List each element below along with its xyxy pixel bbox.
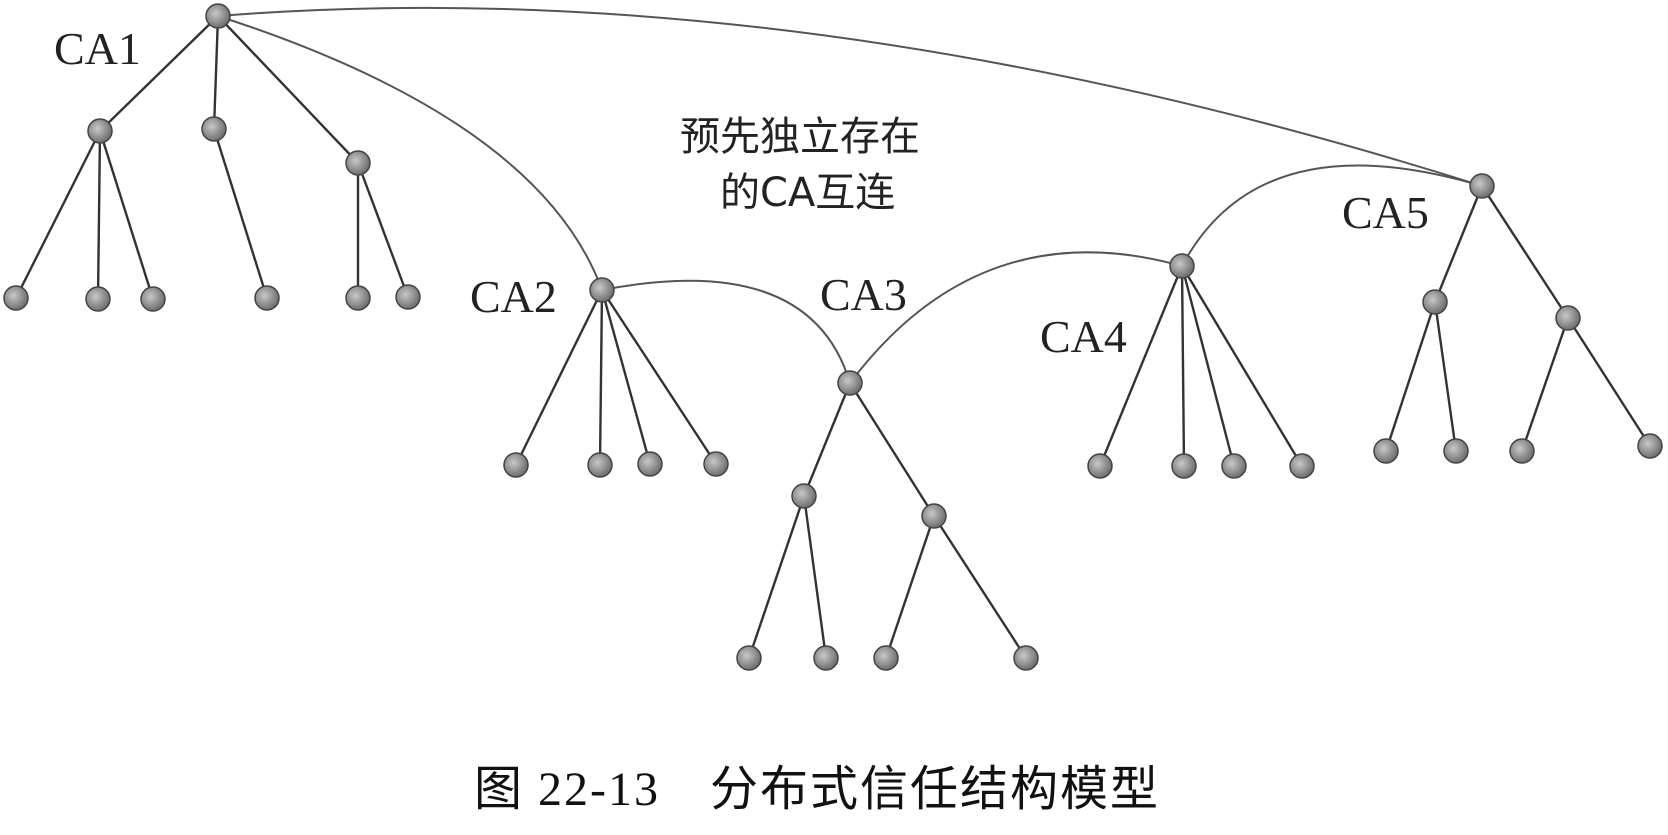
node bbox=[813, 645, 839, 671]
annotation-line2: 的CA互连 bbox=[720, 170, 895, 216]
label-ca1: CA1 bbox=[54, 23, 141, 74]
node bbox=[85, 286, 111, 312]
node bbox=[1221, 453, 1247, 479]
node bbox=[1637, 433, 1663, 459]
link-ca4-ca5 bbox=[1181, 164, 1483, 267]
node bbox=[1555, 305, 1581, 331]
label-ca3: CA3 bbox=[820, 269, 907, 320]
node bbox=[503, 452, 529, 478]
label-ca5: CA5 bbox=[1342, 187, 1429, 238]
node-ca5-root bbox=[1469, 173, 1495, 199]
node bbox=[345, 150, 371, 176]
node bbox=[637, 451, 663, 477]
link-ca1-ca2 bbox=[217, 15, 603, 291]
node bbox=[254, 285, 280, 311]
node bbox=[1422, 289, 1448, 315]
node bbox=[1171, 453, 1197, 479]
node bbox=[1289, 453, 1315, 479]
label-ca2: CA2 bbox=[470, 271, 557, 322]
node-ca4-root bbox=[1169, 253, 1195, 279]
distributed-trust-diagram: CA1 CA2 CA3 CA4 CA5 预先独立存在 的CA互连 图 22-13… bbox=[3, 3, 1663, 816]
node bbox=[345, 285, 371, 311]
node bbox=[791, 483, 817, 509]
node bbox=[1087, 453, 1113, 479]
node bbox=[140, 286, 166, 312]
label-ca4: CA4 bbox=[1040, 311, 1127, 362]
node bbox=[395, 284, 421, 310]
node bbox=[1373, 438, 1399, 464]
node bbox=[3, 285, 29, 311]
node-ca1-root bbox=[205, 3, 231, 29]
annotation-line1: 预先独立存在 bbox=[680, 114, 920, 160]
node bbox=[703, 451, 729, 477]
tree-edges bbox=[14, 15, 1652, 659]
node bbox=[1443, 438, 1469, 464]
node bbox=[1013, 645, 1039, 671]
tree-nodes bbox=[3, 3, 1663, 671]
node bbox=[1509, 438, 1535, 464]
node bbox=[201, 116, 227, 142]
node-ca3-root bbox=[837, 370, 863, 396]
node bbox=[736, 645, 762, 671]
node-ca2-root bbox=[589, 277, 615, 303]
node bbox=[587, 452, 613, 478]
node bbox=[87, 118, 113, 144]
figure-caption: 图 22-13 分布式信任结构模型 bbox=[474, 763, 1160, 816]
node bbox=[873, 645, 899, 671]
node bbox=[921, 503, 947, 529]
link-ca2-ca3 bbox=[601, 279, 851, 384]
